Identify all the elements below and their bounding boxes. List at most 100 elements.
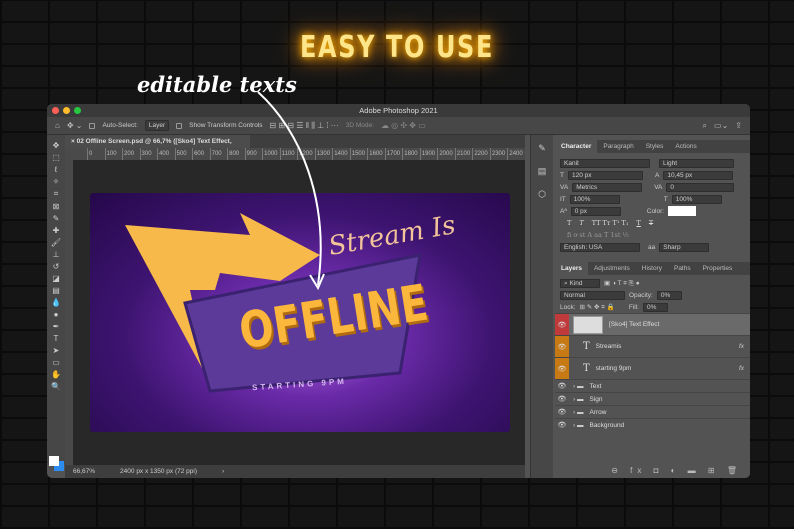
blur-icon[interactable]: 💧 <box>51 298 61 307</box>
type-style-buttons[interactable]: T T TT Tт T¹ T₁ T T <box>555 217 750 229</box>
3d-tools-icons[interactable]: ☁ ◎ ✣ ✥ ▭ <box>381 121 426 130</box>
brush-settings-icon[interactable]: ✎ <box>538 143 546 154</box>
move-tool-icon[interactable]: ✥ <box>53 141 60 150</box>
visibility-eye-icon[interactable]: 👁 <box>555 419 569 431</box>
visibility-eye-icon[interactable]: 👁 <box>555 314 569 335</box>
tracking-select[interactable]: 0 <box>666 183 734 192</box>
show-transform-checkbox[interactable] <box>176 123 182 129</box>
shape-tool-icon[interactable]: ▭ <box>52 358 60 367</box>
ruler-tick: 1400 <box>332 148 350 160</box>
layer-footer-icons[interactable]: ⊖ fx ◘ ◐ ▬ ⊞ 🗑 <box>611 466 742 475</box>
visibility-eye-icon[interactable]: 👁 <box>555 406 569 418</box>
font-family-select[interactable]: Kanit <box>560 159 650 168</box>
panel-tab[interactable]: Paragraph <box>597 140 639 153</box>
layer-fx-icon[interactable]: fx <box>739 343 744 350</box>
lasso-tool-icon[interactable]: ℓ <box>55 165 58 174</box>
document-tab[interactable]: × 02 Offline Screen.psd @ 66,7% ([Sko4] … <box>65 135 250 148</box>
opentype-buttons[interactable]: ﬁ ơ st A aa T 1st ½ <box>555 229 750 241</box>
layer-row[interactable]: 👁› ▬Arrow <box>555 405 750 418</box>
zoom-tool-icon[interactable]: 🔍 <box>51 382 61 391</box>
panel-tab[interactable]: Styles <box>640 140 670 153</box>
leading-input[interactable]: 10,45 px <box>663 171 733 180</box>
kerning-select[interactable]: Metrics <box>572 183 642 192</box>
hand-tool-icon[interactable]: ✋ <box>51 370 61 379</box>
antialias-select[interactable]: Sharp <box>659 243 709 252</box>
panel-icon-column: ✎ ▤ ⬡ <box>530 135 553 478</box>
text-color-swatch[interactable] <box>668 206 696 216</box>
eyedropper-icon[interactable]: ✎ <box>53 214 60 223</box>
home-icon[interactable]: ⌂ <box>55 121 60 130</box>
layer-row[interactable]: 👁Tstarting 9pmfx <box>555 357 750 379</box>
search-icon[interactable]: ⌕ <box>703 121 707 131</box>
zoom-level[interactable]: 66,67% <box>73 465 95 478</box>
stamp-icon[interactable]: ⊥ <box>53 250 60 259</box>
gradient-icon[interactable]: ▤ <box>52 286 60 295</box>
layer-row[interactable]: 👁› ▬Text <box>555 379 750 392</box>
workspace-icon[interactable]: ▭⌄ <box>714 121 728 130</box>
layer-row[interactable]: 👁TStreamisfx <box>555 335 750 357</box>
pen-icon[interactable]: ✒ <box>53 322 60 331</box>
ruler-tick: 2400 <box>507 148 525 160</box>
opacity-input[interactable]: 0% <box>657 291 682 300</box>
layer-row[interactable]: 👁› ▬Sign <box>555 392 750 405</box>
canvas-area[interactable]: Stream Is OFFLINE STARTING 9PM <box>65 160 525 465</box>
history-brush-icon[interactable]: ↺ <box>53 262 60 271</box>
baseline-input[interactable]: 0 px <box>571 207 621 216</box>
eraser-icon[interactable]: ◪ <box>52 274 60 283</box>
align-icons[interactable]: ⊟ ⊞ ⊟ ☰ ‖ ⫼ ⊥ ⁞ ··· <box>270 121 339 131</box>
layer-select[interactable]: Layer <box>145 120 169 131</box>
visibility-eye-icon[interactable]: 👁 <box>555 336 569 357</box>
ruler-tick: 1000 <box>262 148 280 160</box>
fill-input[interactable]: 0% <box>643 303 668 312</box>
filter-icons[interactable]: ▣ ◑ T ⌗ ⎘ ● <box>604 279 640 288</box>
panel-tab[interactable]: Actions <box>669 140 702 153</box>
photoshop-window: Adobe Photoshop 2021 ⌂ ✥ ⌄ Auto-Select: … <box>47 104 750 478</box>
status-chevron-icon[interactable]: › <box>222 465 224 478</box>
layer-name: [Sko4] Text Effect <box>609 321 659 328</box>
libraries-icon[interactable]: ▤ <box>538 166 547 177</box>
folder-icon: › ▬ <box>573 422 583 429</box>
brush-icon[interactable]: 🖌 <box>51 238 61 247</box>
panel-tab[interactable]: Character <box>555 140 597 153</box>
blend-mode-select[interactable]: Normal <box>560 291 625 300</box>
language-select[interactable]: English: USA <box>560 243 640 252</box>
type-tool-icon[interactable]: T <box>54 334 59 343</box>
layer-row[interactable]: 👁 [Sko4] Text Effect <box>555 313 750 335</box>
share-icon[interactable]: ⇪ <box>735 121 742 130</box>
layer-fx-icon[interactable]: fx <box>739 365 744 372</box>
layer-row[interactable]: 👁› ▬Background <box>555 418 750 431</box>
layer-filter-select[interactable]: ⌕ Kind <box>560 279 600 288</box>
vertical-scale-input[interactable]: 100% <box>570 195 620 204</box>
folder-icon: › ▬ <box>573 409 583 416</box>
layers-panel: LayersAdjustmentsHistoryPathsProperties … <box>555 262 750 478</box>
ruler-tick: 900 <box>245 148 263 160</box>
visibility-eye-icon[interactable]: 👁 <box>555 393 569 405</box>
panel-tab[interactable]: Properties <box>697 262 739 275</box>
auto-select-checkbox[interactable] <box>89 123 95 129</box>
panel-tab[interactable]: Adjustments <box>588 262 636 275</box>
font-style-select[interactable]: Light <box>659 159 734 168</box>
panel-tab[interactable]: History <box>636 262 668 275</box>
path-select-icon[interactable]: ➤ <box>53 346 60 355</box>
horizontal-scale-input[interactable]: 100% <box>672 195 722 204</box>
font-size-input[interactable]: 120 px <box>568 171 643 180</box>
healing-icon[interactable]: ✚ <box>53 226 60 235</box>
crop-tool-icon[interactable]: ⌗ <box>54 189 59 199</box>
frame-tool-icon[interactable]: ⊠ <box>53 202 60 211</box>
maximize-button[interactable] <box>74 107 81 114</box>
3d-icon[interactable]: ⬡ <box>538 189 546 200</box>
visibility-eye-icon[interactable]: 👁 <box>555 358 569 379</box>
marquee-tool-icon[interactable]: ⬚ <box>52 153 60 162</box>
ruler-tick: 2000 <box>437 148 455 160</box>
close-button[interactable] <box>52 107 59 114</box>
panel-tab[interactable]: Layers <box>555 262 588 275</box>
lock-icons[interactable]: ⊞ ✎ ✥ ⌗ 🔒 <box>580 303 615 312</box>
panel-tab[interactable]: Paths <box>668 262 697 275</box>
title-bar: Adobe Photoshop 2021 <box>47 104 750 117</box>
window-title: Adobe Photoshop 2021 <box>359 106 437 115</box>
minimize-button[interactable] <box>63 107 70 114</box>
dodge-icon[interactable]: ● <box>54 310 59 319</box>
magic-wand-icon[interactable]: ✧ <box>53 177 60 186</box>
move-tool-icon[interactable]: ✥ ⌄ <box>67 121 83 130</box>
visibility-eye-icon[interactable]: 👁 <box>555 380 569 392</box>
